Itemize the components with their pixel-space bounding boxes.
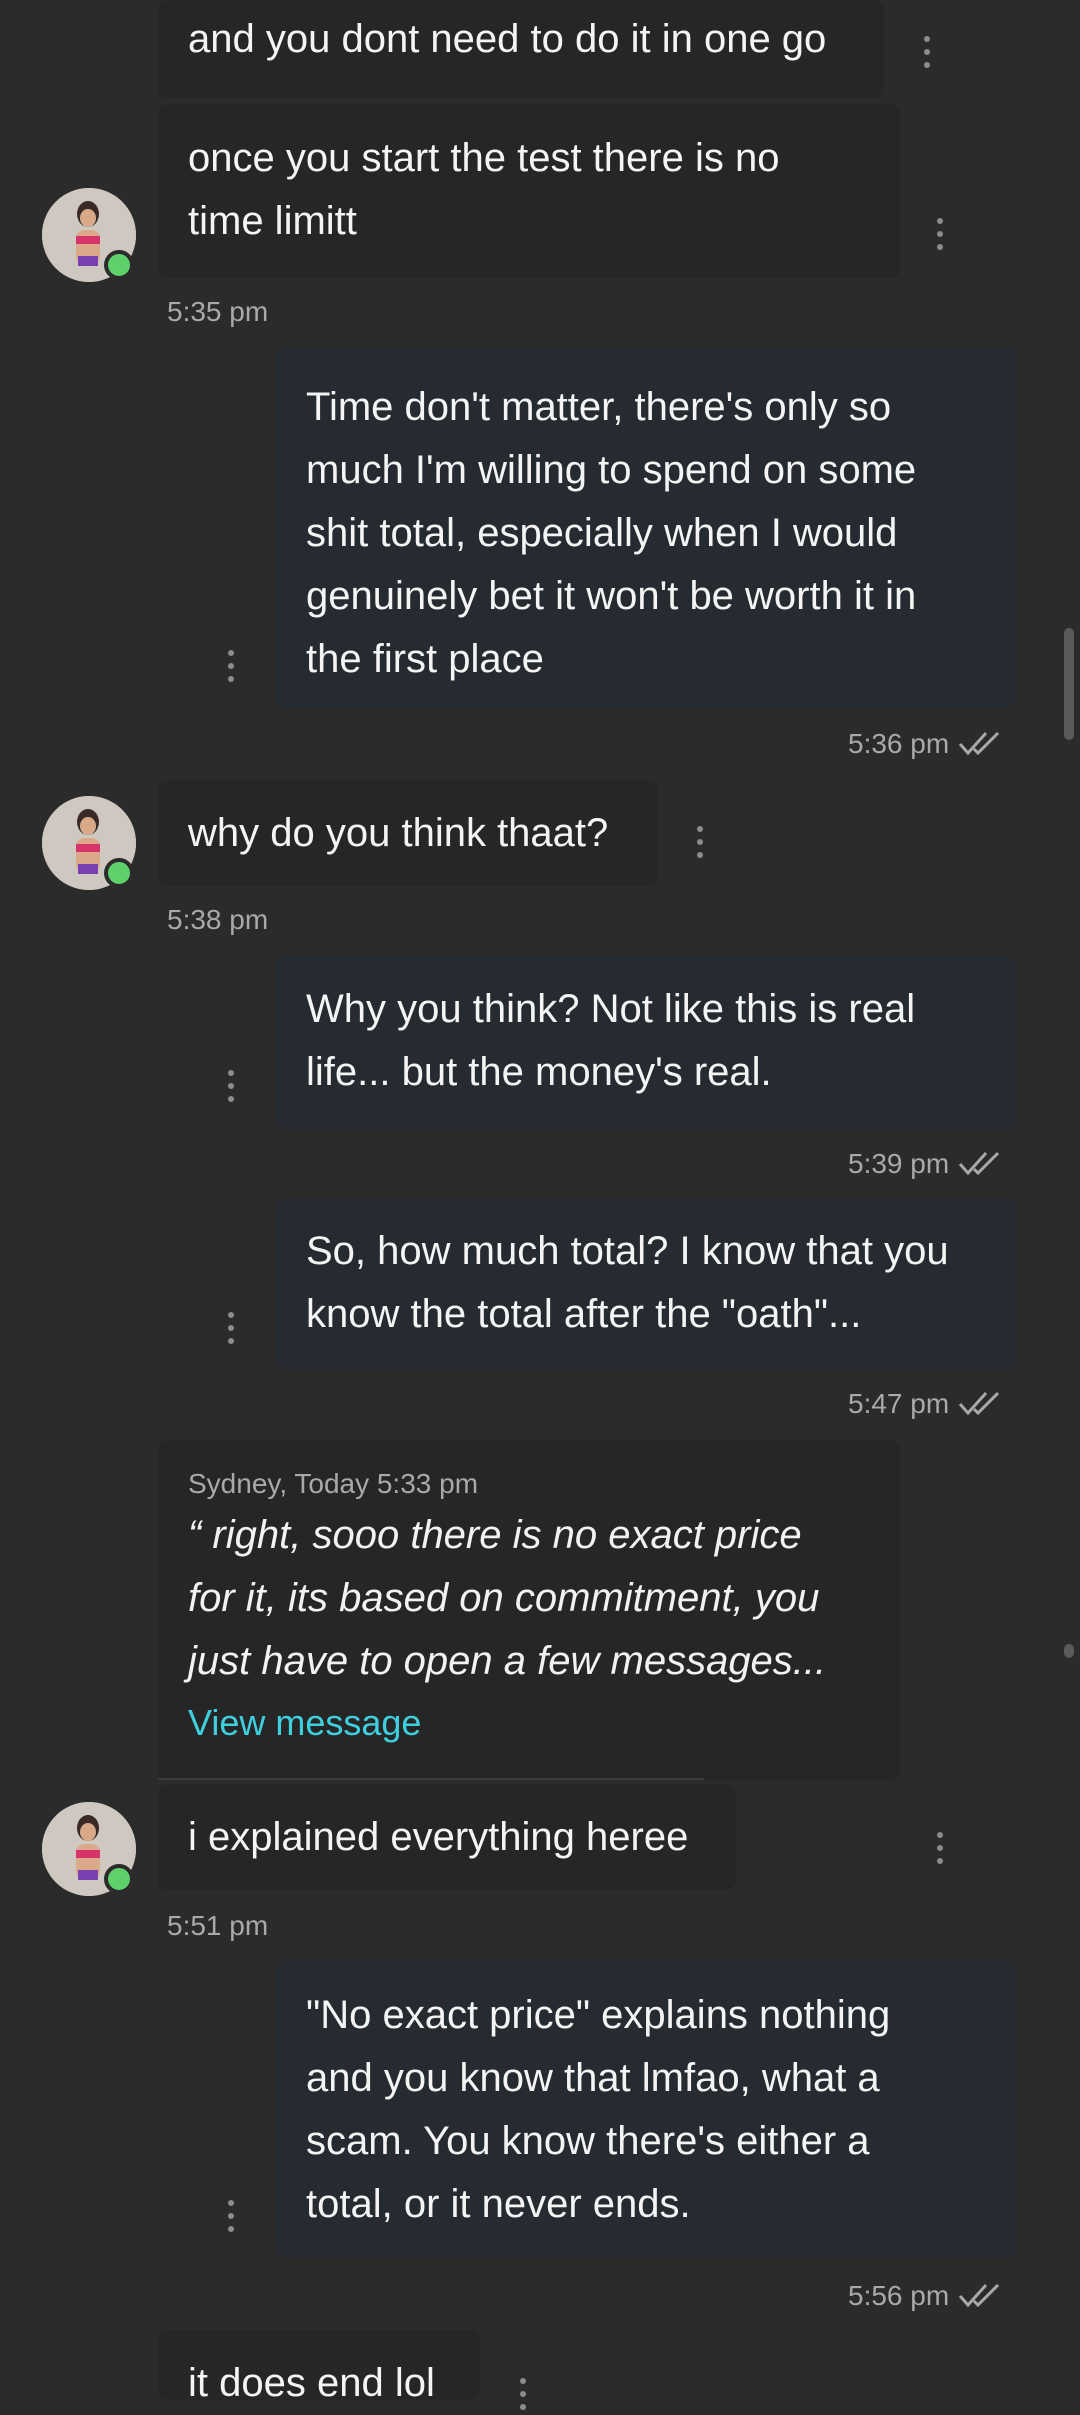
message-text: the first place [306, 637, 544, 681]
message-text: genuinely bet it won't be worth it in [306, 574, 917, 618]
online-status-dot [104, 250, 134, 280]
view-message-link[interactable]: View message [188, 1693, 870, 1753]
message-text: life... but the money's real. [306, 1050, 772, 1094]
quote-text: “ right, sooo there is no exact price [188, 1513, 802, 1557]
quote-sender-time: Sydney, Today 5:33 pm [188, 1468, 479, 1499]
message-text: why do you think thaat? [188, 811, 609, 855]
more-options-icon[interactable] [696, 826, 704, 860]
avatar[interactable] [42, 796, 136, 890]
more-options-icon[interactable] [227, 650, 235, 684]
message-bubble-incoming[interactable]: and you dont need to do it in one go [158, 0, 884, 98]
message-bubble-outgoing[interactable]: "No exact price" explains nothing and yo… [276, 1960, 1016, 2258]
message-text: and you know that lmfao, what a [306, 2056, 880, 2100]
message-text: Why you think? Not like this is real [306, 987, 916, 1031]
more-options-icon[interactable] [227, 1070, 235, 1104]
read-receipt-icon [958, 731, 1000, 756]
message-text: "No exact price" explains nothing [306, 1993, 891, 2037]
message-timestamp: 5:38 pm [167, 904, 269, 935]
read-receipt-icon [958, 1151, 1000, 1176]
message-text: shit total, especially when I would [306, 511, 898, 555]
read-receipt-icon [958, 2283, 1000, 2308]
more-options-icon[interactable] [936, 218, 944, 252]
message-timestamp: 5:39 pm [848, 1148, 950, 1179]
more-options-icon[interactable] [519, 2378, 527, 2412]
message-text: and you dont need to do it in one go [188, 17, 827, 61]
scrollbar-marker [1064, 1644, 1074, 1658]
avatar[interactable] [42, 188, 136, 282]
message-text: much I'm willing to spend on some [306, 448, 917, 492]
message-timestamp: 5:35 pm [167, 296, 269, 327]
scrollbar-thumb[interactable] [1064, 628, 1074, 740]
message-bubble-outgoing[interactable]: So, how much total? I know that you know… [276, 1198, 1016, 1370]
online-status-dot [104, 1864, 134, 1894]
message-text: time limitt [188, 199, 357, 243]
more-options-icon[interactable] [227, 1312, 235, 1346]
message-timestamp: 5:56 pm [848, 2280, 950, 2311]
quoted-message[interactable]: Sydney, Today 5:33 pm “ right, sooo ther… [158, 1440, 900, 1780]
message-timestamp: 5:36 pm [848, 728, 950, 759]
message-bubble-outgoing[interactable]: Time don't matter, there's only so much … [276, 346, 1016, 708]
message-text: know the total after the "oath"... [306, 1292, 862, 1336]
message-bubble-incoming[interactable]: why do you think thaat? [158, 780, 658, 886]
more-options-icon[interactable] [923, 36, 931, 70]
more-options-icon[interactable] [936, 1832, 944, 1866]
message-bubble-outgoing[interactable]: Why you think? Not like this is real lif… [276, 956, 1016, 1130]
quote-divider [158, 1778, 704, 1780]
message-text: So, how much total? I know that you [306, 1229, 949, 1273]
avatar[interactable] [42, 1802, 136, 1896]
quote-text: for it, its based on commitment, you [188, 1576, 820, 1620]
message-text: i explained everything heree [188, 1815, 689, 1859]
read-receipt-icon [958, 1391, 1000, 1416]
message-text: Time don't matter, there's only so [306, 385, 892, 429]
message-text: scam. You know there's either a [306, 2119, 870, 2163]
online-status-dot [104, 858, 134, 888]
message-bubble-incoming[interactable]: it does end lol [158, 2330, 480, 2405]
more-options-icon[interactable] [227, 2200, 235, 2234]
quote-text: just have to open a few messages... [188, 1639, 827, 1683]
message-timestamp: 5:47 pm [848, 1388, 950, 1419]
message-bubble-incoming[interactable]: once you start the test there is no time… [158, 104, 900, 278]
message-text: total, or it never ends. [306, 2182, 691, 2226]
message-text: it does end lol [188, 2361, 435, 2405]
message-timestamp: 5:51 pm [167, 1910, 269, 1941]
message-bubble-incoming[interactable]: i explained everything heree [158, 1784, 736, 1890]
message-text: once you start the test there is no [188, 136, 780, 180]
